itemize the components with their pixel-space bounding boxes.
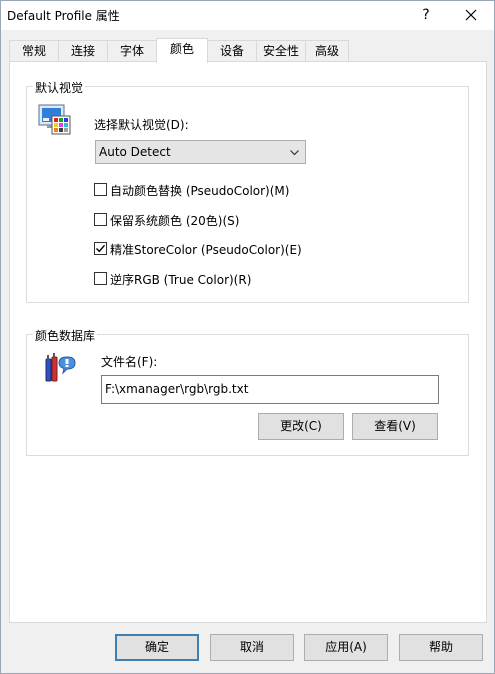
default-visual-group: 默认视觉 选择默认视觉(D): Auto Detect 自动颜色替换 (Pseu… — [26, 79, 469, 303]
checkbox-keep-system-colors[interactable] — [94, 213, 107, 226]
file-name-label: 文件名(F): — [101, 355, 158, 369]
close-icon — [465, 9, 477, 21]
tab-device[interactable]: 设备 — [207, 40, 257, 61]
color-database-group-title: 颜色数据库 — [33, 327, 98, 344]
visual-select[interactable]: Auto Detect — [95, 140, 306, 164]
visual-select-value: Auto Detect — [99, 145, 171, 159]
ok-button[interactable]: 确定 — [115, 634, 199, 661]
checkbox-auto-color-replace[interactable] — [94, 183, 107, 196]
checkbox-reverse-rgb[interactable] — [94, 272, 107, 285]
window-title: Default Profile 属性 — [7, 9, 120, 23]
change-button[interactable]: 更改(C) — [258, 413, 344, 440]
tab-advanced[interactable]: 高级 — [305, 40, 349, 61]
tab-connection[interactable]: 连接 — [58, 40, 108, 61]
checkbox-precise-storecolor[interactable] — [94, 242, 107, 255]
tab-general[interactable]: 常规 — [9, 40, 59, 61]
option-precise-storecolor-label: 精准StoreColor (PseudoColor)(E) — [110, 243, 302, 257]
tab-color[interactable]: 颜色 — [156, 38, 208, 63]
default-visual-group-title: 默认视觉 — [33, 79, 86, 96]
color-database-icon — [45, 353, 76, 382]
option-reverse-rgb-label: 逆序RGB (True Color)(R) — [110, 273, 252, 287]
close-button[interactable] — [454, 1, 488, 30]
option-auto-color-replace-label: 自动颜色替换 (PseudoColor)(M) — [110, 184, 290, 198]
help-title-button[interactable]: ? — [411, 1, 441, 30]
title-bar: Default Profile 属性 ? — [1, 1, 494, 30]
chevron-down-icon — [290, 150, 299, 156]
tab-security[interactable]: 安全性 — [256, 40, 306, 61]
color-database-group: 颜色数据库 文件名(F): F:\xmanager\rgb\rgb.txt 更改… — [26, 327, 469, 456]
apply-button[interactable]: 应用(A) — [304, 634, 388, 661]
file-name-value: F:\xmanager\rgb\rgb.txt — [105, 382, 249, 396]
color-tab-panel: 默认视觉 选择默认视觉(D): Auto Detect 自动颜色替换 (Pseu… — [9, 61, 487, 623]
help-button[interactable]: 帮助 — [399, 634, 483, 661]
option-keep-system-colors-label: 保留系统颜色 (20色)(S) — [110, 214, 240, 228]
tab-font[interactable]: 字体 — [107, 40, 157, 61]
checkmark-icon — [96, 244, 106, 253]
file-name-field[interactable]: F:\xmanager\rgb\rgb.txt — [101, 375, 439, 404]
properties-dialog: Default Profile 属性 ? 常规 连接 字体 颜色 设备 安全性 … — [0, 0, 495, 674]
palette-monitor-icon — [38, 104, 71, 135]
cancel-button[interactable]: 取消 — [210, 634, 294, 661]
select-visual-label: 选择默认视觉(D): — [94, 118, 189, 132]
view-button[interactable]: 查看(V) — [352, 413, 438, 440]
